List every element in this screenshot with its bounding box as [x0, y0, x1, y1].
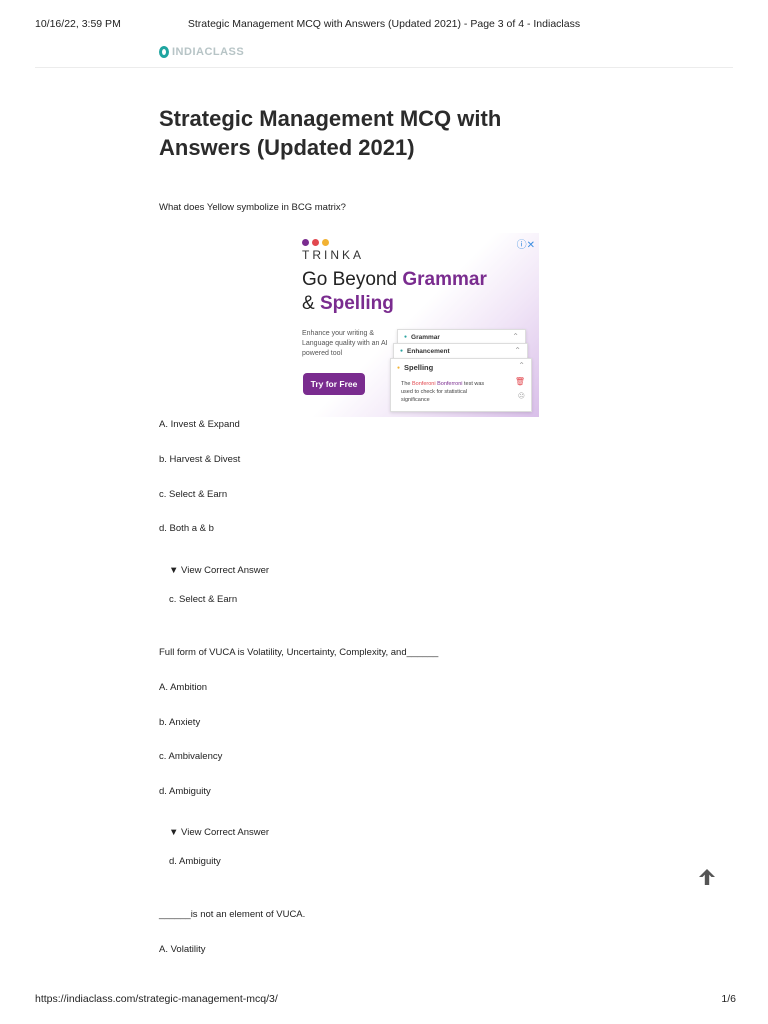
page-title: Strategic Management MCQ with Answers (U…	[159, 106, 502, 160]
logo-text: INDIACLASS	[172, 46, 245, 58]
ad-brand: TRINKA	[302, 248, 365, 262]
advertisement-banner[interactable]: TRINKA ⓘ✕ Go Beyond Grammar & Spelling E…	[285, 233, 539, 417]
site-logo-link[interactable]: INDIACLASS	[159, 46, 244, 58]
dot-icon	[322, 239, 329, 246]
trash-icon: 🗑	[514, 377, 525, 386]
thumbs-down-icon: ☹	[517, 393, 525, 400]
print-footer: https://indiaclass.com/strategic-managem…	[0, 993, 768, 1013]
ad-headline-line1: Go Beyond Grammar	[302, 269, 487, 290]
option-item: A. Ambition	[159, 682, 208, 693]
question-text: What does Yellow symbolize in BCG matrix…	[159, 202, 346, 213]
adchoices-close-icon[interactable]: ⓘ✕	[517, 236, 535, 251]
dot-icon	[312, 239, 319, 246]
ad-suggestion-text: The Bonferoni Bonferroni test was used t…	[401, 381, 485, 403]
option-item: A. Volatility	[159, 944, 206, 955]
view-correct-answer-toggle[interactable]: ▼ View Correct Answer	[169, 565, 269, 576]
brand-dots	[302, 239, 329, 246]
option-item: b. Harvest & Divest	[159, 454, 241, 465]
ad-headline-line2: & Spelling	[302, 293, 394, 314]
correct-answer: d. Ambiguity	[169, 856, 221, 867]
dot-icon	[302, 239, 309, 246]
print-page-number: 1/6	[721, 993, 736, 1005]
print-url: https://indiaclass.com/strategic-managem…	[35, 993, 278, 1005]
option-item: A. Invest & Expand	[159, 419, 240, 430]
site-header: INDIACLASS	[35, 40, 733, 68]
question-text: ______is not an element of VUCA.	[159, 909, 306, 920]
option-item: c. Select & Earn	[159, 489, 228, 500]
ad-body-text: Enhance your writing & Language quality …	[302, 330, 388, 357]
view-correct-answer-toggle[interactable]: ▼ View Correct Answer	[169, 827, 269, 838]
chevron-up-icon: ⌃	[512, 332, 519, 341]
option-item: d. Ambiguity	[159, 786, 211, 797]
option-item: b. Anxiety	[159, 717, 201, 728]
print-title: Strategic Management MCQ with Answers (U…	[187, 18, 581, 30]
option-item: c. Ambivalency	[159, 751, 223, 762]
question-text: Full form of VUCA is Volatility, Uncerta…	[159, 647, 439, 658]
chevron-up-icon: ⌃	[514, 346, 521, 355]
print-header: 10/16/22, 3:59 PM Strategic Management M…	[0, 0, 768, 40]
logo-icon	[159, 46, 169, 58]
option-item: d. Both a & b	[159, 523, 214, 534]
correct-answer: c. Select & Earn	[169, 594, 238, 605]
try-for-free-button[interactable]: Try for Free	[303, 373, 365, 395]
ad-card-spelling: Spelling ⌃ The Bonferoni Bonferroni test…	[390, 358, 532, 412]
arrow-up-icon[interactable]	[696, 866, 718, 888]
chevron-up-icon: ⌃	[518, 361, 525, 370]
